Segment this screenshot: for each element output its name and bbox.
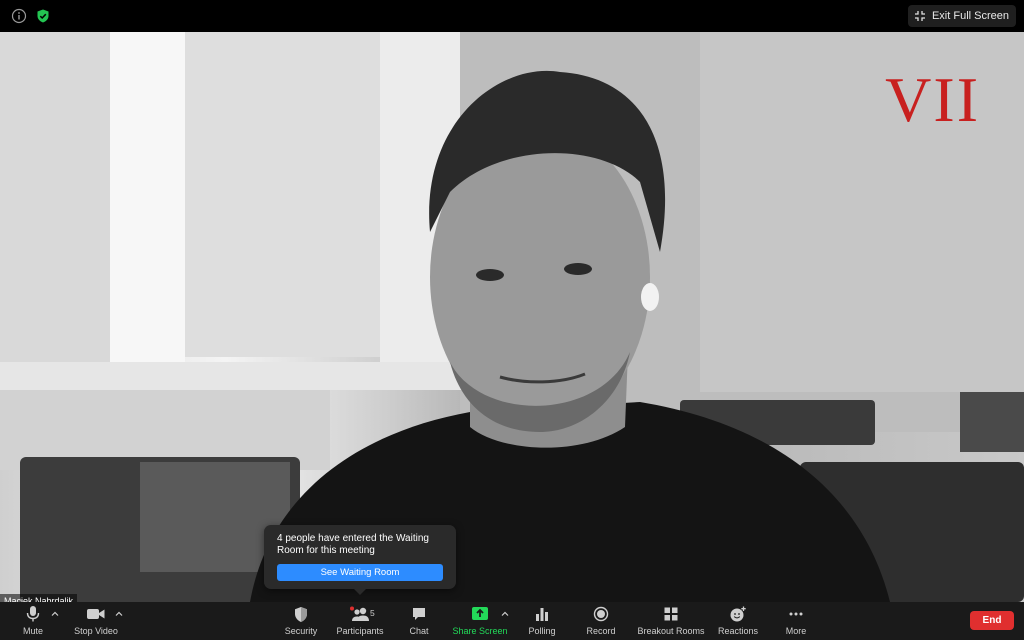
security-label: Security — [284, 626, 318, 636]
smiley-plus-icon — [730, 606, 746, 621]
more-dots-icon — [789, 612, 803, 616]
chevron-up-icon[interactable] — [501, 610, 509, 618]
exit-fullscreen-button[interactable]: Exit Full Screen — [907, 5, 1016, 27]
reactions-label: Reactions — [717, 626, 759, 636]
reactions-button[interactable]: Reactions — [716, 605, 760, 639]
mute-button[interactable]: Mute — [18, 605, 48, 639]
polling-label: Polling — [528, 626, 556, 636]
stop-video-label: Stop Video — [74, 626, 118, 636]
more-button[interactable]: More — [780, 605, 812, 639]
chevron-up-icon[interactable] — [51, 610, 59, 618]
chat-button[interactable]: Chat — [403, 605, 435, 639]
record-icon — [593, 606, 609, 622]
more-label: More — [785, 626, 807, 636]
mute-label: Mute — [22, 626, 43, 636]
breakout-rooms-label: Breakout Rooms — [637, 626, 705, 636]
polling-button[interactable]: Polling — [525, 605, 559, 639]
breakout-rooms-button[interactable]: Breakout Rooms — [636, 605, 706, 639]
exit-fullscreen-icon — [914, 11, 925, 21]
popup-arrow — [354, 589, 366, 595]
record-button[interactable]: Record — [584, 605, 618, 639]
participants-count: 5 — [370, 608, 375, 618]
record-label: Record — [586, 626, 616, 636]
waiting-room-message: 4 people have entered the Waiting Room f… — [277, 533, 429, 556]
chevron-up-icon[interactable] — [115, 610, 123, 618]
end-meeting-button[interactable]: End — [970, 611, 1014, 630]
participants-icon — [350, 606, 369, 621]
info-icon[interactable] — [11, 8, 27, 24]
video-camera-icon — [87, 609, 105, 619]
top-bar: Exit Full Screen — [0, 0, 1024, 32]
video-frame-image — [0, 32, 1024, 602]
security-button[interactable]: Security — [282, 605, 320, 639]
shield-check-icon[interactable] — [35, 8, 51, 24]
chat-bubble-icon — [413, 608, 425, 620]
waiting-room-popup: 4 people have entered the Waiting Room f… — [264, 525, 456, 595]
bar-chart-icon — [536, 608, 548, 621]
meeting-toolbar: Mute Stop Video Security Participants 5 — [0, 602, 1024, 640]
chat-label: Chat — [409, 626, 429, 636]
shield-icon — [295, 606, 307, 622]
exit-fullscreen-label: Exit Full Screen — [931, 10, 1009, 22]
breakout-rooms-icon — [664, 607, 678, 621]
share-screen-icon — [472, 607, 488, 620]
see-waiting-room-button[interactable]: See Waiting Room — [277, 564, 443, 581]
microphone-icon — [26, 606, 40, 622]
share-screen-label: Share Screen — [452, 626, 508, 636]
participant-video: VII — [0, 32, 1024, 602]
participants-button[interactable]: Participants — [334, 605, 386, 639]
participants-label: Participants — [336, 626, 384, 636]
watermark-logo: VII — [885, 64, 980, 135]
